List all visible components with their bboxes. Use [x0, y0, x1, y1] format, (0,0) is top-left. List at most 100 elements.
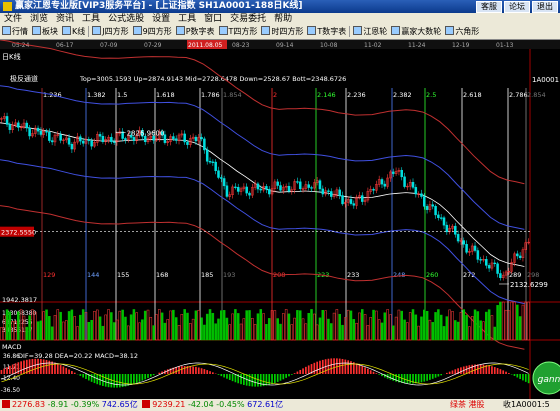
- volume-bar: [394, 316, 398, 341]
- sz-index-value: 9239.21: [152, 400, 186, 409]
- volume-bar: [324, 310, 327, 341]
- volume-bar: [304, 323, 308, 341]
- volume-bar: [397, 309, 401, 341]
- candle: [98, 134, 102, 137]
- square-icon: [218, 26, 228, 35]
- volume-bar: [73, 316, 76, 341]
- candle: [200, 137, 203, 140]
- candle: [214, 161, 217, 171]
- candle: [248, 192, 251, 196]
- volume-bar: [155, 314, 158, 341]
- candle: [5, 116, 9, 125]
- volume-bar: [434, 312, 437, 341]
- toolbar-separator: [88, 26, 90, 37]
- chart-area[interactable]: 05-24 06-17 07-09 07-29 2011.08.05 08-23 09-14…: [0, 40, 560, 399]
- candle: [132, 137, 136, 141]
- indicator-values: Top=3005.1593 Up=2874.9143 Mid=2728.6478…: [79, 75, 346, 83]
- volume-bar: [127, 325, 130, 341]
- volume-bar: [149, 316, 153, 341]
- candle: [172, 136, 175, 139]
- candle: [39, 130, 43, 135]
- candle: [499, 273, 502, 278]
- volume-bar: [414, 314, 418, 341]
- toolbar-button-6[interactable]: T四方形: [217, 25, 260, 39]
- sh-index-pct: -0.39%: [70, 400, 100, 409]
- date-label: 2011.08.05: [188, 42, 223, 49]
- period-label: 日K线: [2, 52, 21, 61]
- volume-bar: [67, 311, 71, 341]
- date-label: 07-09: [100, 42, 118, 49]
- toolbar-button-9[interactable]: 江恩轮: [351, 25, 389, 39]
- gann-logo-text: gann: [538, 375, 560, 385]
- toolbar-button-7[interactable]: 时四方形: [259, 25, 305, 39]
- candle: [496, 263, 499, 274]
- menu-news[interactable]: 资讯: [52, 14, 78, 24]
- volume-bar: [516, 304, 519, 341]
- volume-bar: [513, 301, 516, 341]
- volume-bar: [253, 324, 257, 341]
- volume-bar: [189, 323, 192, 341]
- volume-bar: [146, 309, 150, 341]
- candle: [383, 183, 387, 187]
- day-count-label: 298: [527, 271, 539, 279]
- menu-help[interactable]: 帮助: [270, 14, 296, 24]
- candle: [516, 253, 519, 257]
- toolbar-button-2[interactable]: K线: [60, 25, 87, 39]
- menu-file[interactable]: 文件: [0, 14, 26, 24]
- volume-bar: [479, 320, 482, 341]
- candle: [70, 143, 74, 150]
- toolbar-label: K线: [72, 27, 86, 36]
- candle: [318, 180, 322, 190]
- volume-bar: [81, 309, 85, 341]
- volume-bar: [445, 316, 449, 341]
- volume-bar: [50, 326, 54, 341]
- volume-bar: [76, 326, 79, 341]
- macd-tick-label: 36.86: [3, 353, 20, 360]
- service-button[interactable]: 客服: [476, 1, 502, 13]
- forum-button[interactable]: 论坛: [504, 1, 530, 13]
- volume-bar: [327, 318, 330, 341]
- volume-bar: [411, 309, 415, 341]
- toolbar-button-8[interactable]: T数字表: [305, 25, 348, 39]
- menu-tools-2[interactable]: 工具: [174, 14, 200, 24]
- fib-ratio-label: 2.618: [463, 91, 482, 99]
- candle: [431, 204, 434, 207]
- volume-bar: [191, 318, 195, 341]
- toolbar-button-4[interactable]: 9四方形: [131, 25, 174, 39]
- toolbar-button-1[interactable]: 板块: [30, 25, 60, 39]
- volume-bar: [135, 312, 138, 341]
- menu-window[interactable]: 窗口: [200, 14, 226, 24]
- wheel-icon: [353, 26, 363, 35]
- toolbar-button-0[interactable]: 行情: [0, 25, 30, 39]
- volume-bar: [377, 319, 381, 341]
- volume-bar: [408, 312, 412, 341]
- candle: [45, 130, 48, 133]
- volume-bar: [239, 323, 243, 341]
- volume-bar: [70, 309, 74, 341]
- candle: [194, 136, 198, 142]
- macd-tick-label: -36.50: [1, 387, 21, 394]
- menu-trade[interactable]: 交易委托: [226, 14, 270, 24]
- toolbar-button-5[interactable]: P数字表: [174, 25, 217, 39]
- toolbar-button-11[interactable]: 六角形: [443, 25, 481, 39]
- volume-bar: [141, 319, 144, 341]
- fib-ratio-label: 2.854: [527, 91, 546, 99]
- menu-settings[interactable]: 设置: [148, 14, 174, 24]
- volume-bar: [499, 301, 502, 341]
- date-label: 10-08: [320, 42, 338, 49]
- toolbar-button-10[interactable]: 赢家大数轮: [389, 25, 443, 39]
- volume-bar: [321, 310, 325, 341]
- volume-bar: [335, 309, 339, 341]
- menu-tools[interactable]: 工具: [78, 14, 104, 24]
- toolbar-separator: [349, 26, 351, 37]
- menu-browse[interactable]: 浏览: [26, 14, 52, 24]
- volume-bar: [25, 326, 29, 341]
- exit-button[interactable]: 退出: [532, 1, 558, 13]
- toolbar-button-3[interactable]: J四方形: [90, 25, 130, 39]
- volume-bar: [124, 316, 127, 341]
- candle: [183, 133, 186, 143]
- volume-bar: [17, 311, 20, 341]
- menu-formula-select[interactable]: 公式选股: [104, 14, 148, 24]
- volume-bar: [101, 325, 105, 341]
- fib-ratio-label: 1.618: [156, 91, 175, 99]
